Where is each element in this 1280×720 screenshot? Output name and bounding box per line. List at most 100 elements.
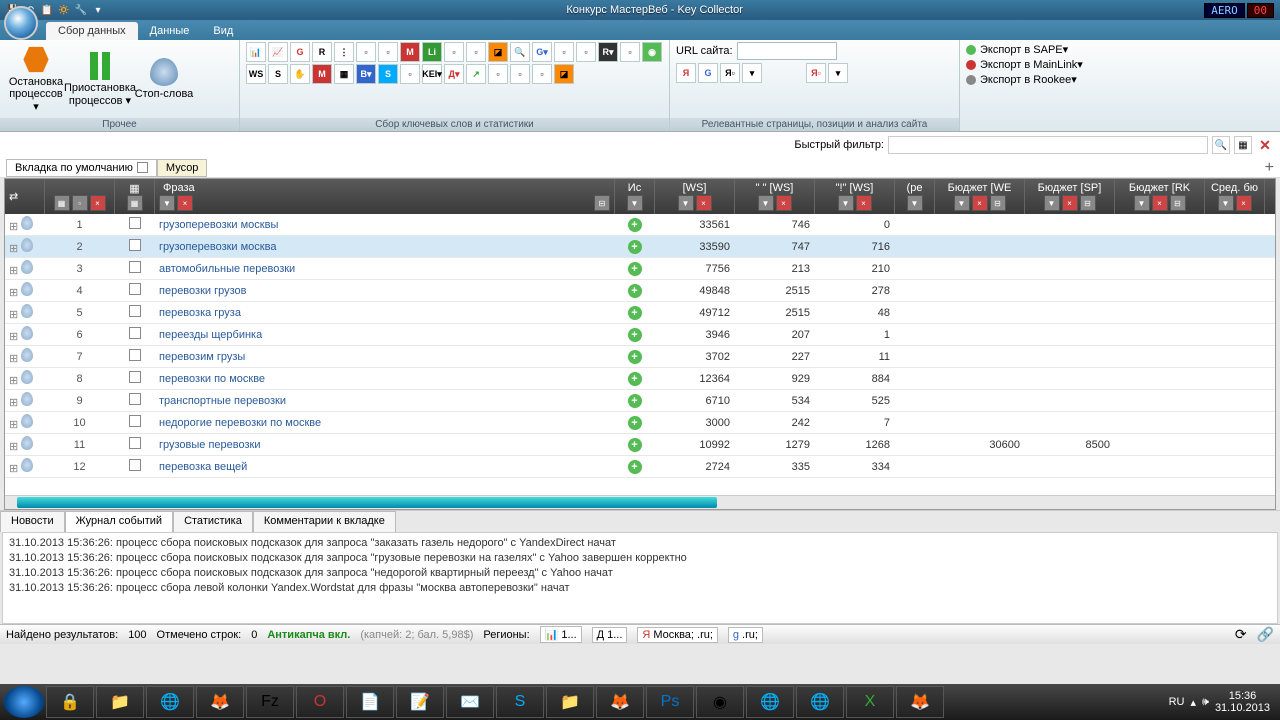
- table-row[interactable]: ⊞ 10недорогие перевозки по москве+300024…: [5, 412, 1275, 434]
- plus-icon[interactable]: +: [628, 460, 642, 474]
- shield-icon: [21, 304, 33, 318]
- row-checkbox[interactable]: [129, 217, 141, 229]
- data-grid: ⇄ ▦▫× ▦▦ Фраза▼×⊟ Ис▼ [WS]▼× " " [WS]▼× …: [4, 178, 1276, 510]
- row-checkbox[interactable]: [129, 371, 141, 383]
- table-row[interactable]: ⊞ 5перевозка груза+49712251548: [5, 302, 1275, 324]
- tool-icon[interactable]: 📊: [246, 42, 266, 62]
- row-checkbox[interactable]: [129, 349, 141, 361]
- grid-header: ⇄ ▦▫× ▦▦ Фраза▼×⊟ Ис▼ [WS]▼× " " [WS]▼× …: [5, 179, 1275, 214]
- yandex-icon[interactable]: Я: [676, 63, 696, 83]
- shield-icon: [21, 282, 33, 296]
- table-row[interactable]: ⊞ 3автомобильные перевозки+7756213210: [5, 258, 1275, 280]
- link-icon[interactable]: 🔗: [1257, 626, 1274, 643]
- plus-icon[interactable]: +: [628, 438, 642, 452]
- phrase-cell[interactable]: транспортные перевозки: [155, 395, 615, 407]
- phrase-cell[interactable]: перевозим грузы: [155, 351, 615, 363]
- tab-trash[interactable]: Мусор: [157, 159, 208, 177]
- table-row[interactable]: ⊞ 11грузовые перевозки+10992127912683060…: [5, 434, 1275, 456]
- tab-collect[interactable]: Сбор данных: [46, 22, 138, 40]
- btab-comments[interactable]: Комментарии к вкладке: [253, 511, 396, 532]
- table-row[interactable]: ⊞ 1грузоперевозки москвы+335617460: [5, 214, 1275, 236]
- btab-log[interactable]: Журнал событий: [65, 511, 173, 532]
- pause-process-button[interactable]: Приостановка процессов ▾: [70, 52, 130, 107]
- export-sape[interactable]: Экспорт в SAPE▾: [966, 42, 1083, 57]
- phrase-cell[interactable]: перевозки грузов: [155, 285, 615, 297]
- export-panel: Экспорт в SAPE▾ Экспорт в MainLink▾ Эксп…: [960, 40, 1089, 131]
- region-btn[interactable]: 📊1...: [540, 626, 582, 643]
- tab-view[interactable]: Вид: [201, 22, 245, 40]
- table-row[interactable]: ⊞ 7перевозим грузы+370222711: [5, 346, 1275, 368]
- plus-icon[interactable]: +: [628, 218, 642, 232]
- phrase-cell[interactable]: перевозки по москве: [155, 373, 615, 385]
- ribbon-tabs: Сбор данных Данные Вид: [0, 20, 1280, 40]
- phrase-cell[interactable]: перевозка вещей: [155, 461, 615, 473]
- url-input[interactable]: [737, 42, 837, 60]
- taskbar-item[interactable]: 🔒: [46, 686, 94, 718]
- row-checkbox[interactable]: [129, 437, 141, 449]
- refresh-icon[interactable]: ⟳: [1235, 626, 1247, 643]
- table-row[interactable]: ⊞ 6переезды щербинка+39462071: [5, 324, 1275, 346]
- app-icon[interactable]: [4, 6, 38, 40]
- add-tab-button[interactable]: +: [1265, 159, 1274, 177]
- titlebar: 💾↶📋🔅🔧▾ Конкурс МастерВеб - Key Collector…: [0, 0, 1280, 20]
- shield-icon: [21, 238, 33, 252]
- plus-icon[interactable]: +: [628, 284, 642, 298]
- start-button[interactable]: [4, 686, 44, 718]
- row-checkbox[interactable]: [129, 327, 141, 339]
- row-checkbox[interactable]: [129, 261, 141, 273]
- export-rookee[interactable]: Экспорт в Rookee▾: [966, 72, 1083, 87]
- export-mainlink[interactable]: Экспорт в MainLink▾: [966, 57, 1083, 72]
- table-row[interactable]: ⊞ 4перевозки грузов+498482515278: [5, 280, 1275, 302]
- filter-btn-1[interactable]: 🔍: [1212, 136, 1230, 154]
- table-row[interactable]: ⊞ 8перевозки по москве+12364929884: [5, 368, 1275, 390]
- window-title: Конкурс МастерВеб - Key Collector: [105, 4, 1204, 16]
- table-row[interactable]: ⊞ 12перевозка вещей+2724335334: [5, 456, 1275, 478]
- worksheet-tabs: Вкладка по умолчанию Мусор +: [0, 158, 1280, 178]
- bottom-tabs: Новости Журнал событий Статистика Коммен…: [0, 510, 1280, 532]
- plus-icon[interactable]: +: [628, 372, 642, 386]
- plus-icon[interactable]: +: [628, 394, 642, 408]
- btab-news[interactable]: Новости: [0, 511, 65, 532]
- plus-icon[interactable]: +: [628, 306, 642, 320]
- filter-clear[interactable]: ✕: [1256, 136, 1274, 154]
- phrase-cell[interactable]: грузовые перевозки: [155, 439, 615, 451]
- phrase-cell[interactable]: грузоперевозки москвы: [155, 219, 615, 231]
- shield-icon: [21, 216, 33, 230]
- taskbar: 🔒 📁 🌐 🦊 Fz O 📄 📝 ✉️ S 📁 🦊 Ps ◉ 🌐 🌐 X 🦊 R…: [0, 684, 1280, 720]
- plus-icon[interactable]: +: [628, 240, 642, 254]
- stopwords-button[interactable]: Стоп-слова: [134, 58, 194, 100]
- stop-process-button[interactable]: Остановка процессов ▾: [6, 46, 66, 113]
- tab-data[interactable]: Данные: [138, 22, 202, 40]
- shield-icon: [21, 348, 33, 362]
- row-checkbox[interactable]: [129, 305, 141, 317]
- filter-btn-2[interactable]: ▦: [1234, 136, 1252, 154]
- shield-icon: [21, 370, 33, 384]
- quick-filter-input[interactable]: [888, 136, 1208, 154]
- google-icon[interactable]: G: [698, 63, 718, 83]
- event-log: 31.10.2013 15:36:26: процесс сбора поиск…: [2, 532, 1278, 624]
- table-row[interactable]: ⊞ 9транспортные перевозки+6710534525: [5, 390, 1275, 412]
- row-checkbox[interactable]: [129, 283, 141, 295]
- plus-icon[interactable]: +: [628, 328, 642, 342]
- row-checkbox[interactable]: [129, 459, 141, 471]
- row-checkbox[interactable]: [129, 239, 141, 251]
- phrase-cell[interactable]: переезды щербинка: [155, 329, 615, 341]
- row-checkbox[interactable]: [129, 415, 141, 427]
- phrase-cell[interactable]: автомобильные перевозки: [155, 263, 615, 275]
- shield-icon: [21, 392, 33, 406]
- plus-icon[interactable]: +: [628, 416, 642, 430]
- phrase-cell[interactable]: недорогие перевозки по москве: [155, 417, 615, 429]
- table-row[interactable]: ⊞ 2грузоперевозки москва+33590747716: [5, 236, 1275, 258]
- row-checkbox[interactable]: [129, 393, 141, 405]
- btab-stats[interactable]: Статистика: [173, 511, 253, 532]
- phrase-cell[interactable]: перевозка груза: [155, 307, 615, 319]
- shield-icon: [21, 326, 33, 340]
- shield-icon: [21, 414, 33, 428]
- ribbon: Остановка процессов ▾ Приостановка проце…: [0, 40, 1280, 132]
- lcd-counter: 00: [1247, 3, 1274, 18]
- tab-default[interactable]: Вкладка по умолчанию: [6, 159, 157, 177]
- phrase-cell[interactable]: грузоперевозки москва: [155, 241, 615, 253]
- plus-icon[interactable]: +: [628, 350, 642, 364]
- horizontal-scrollbar[interactable]: [5, 495, 1275, 509]
- plus-icon[interactable]: +: [628, 262, 642, 276]
